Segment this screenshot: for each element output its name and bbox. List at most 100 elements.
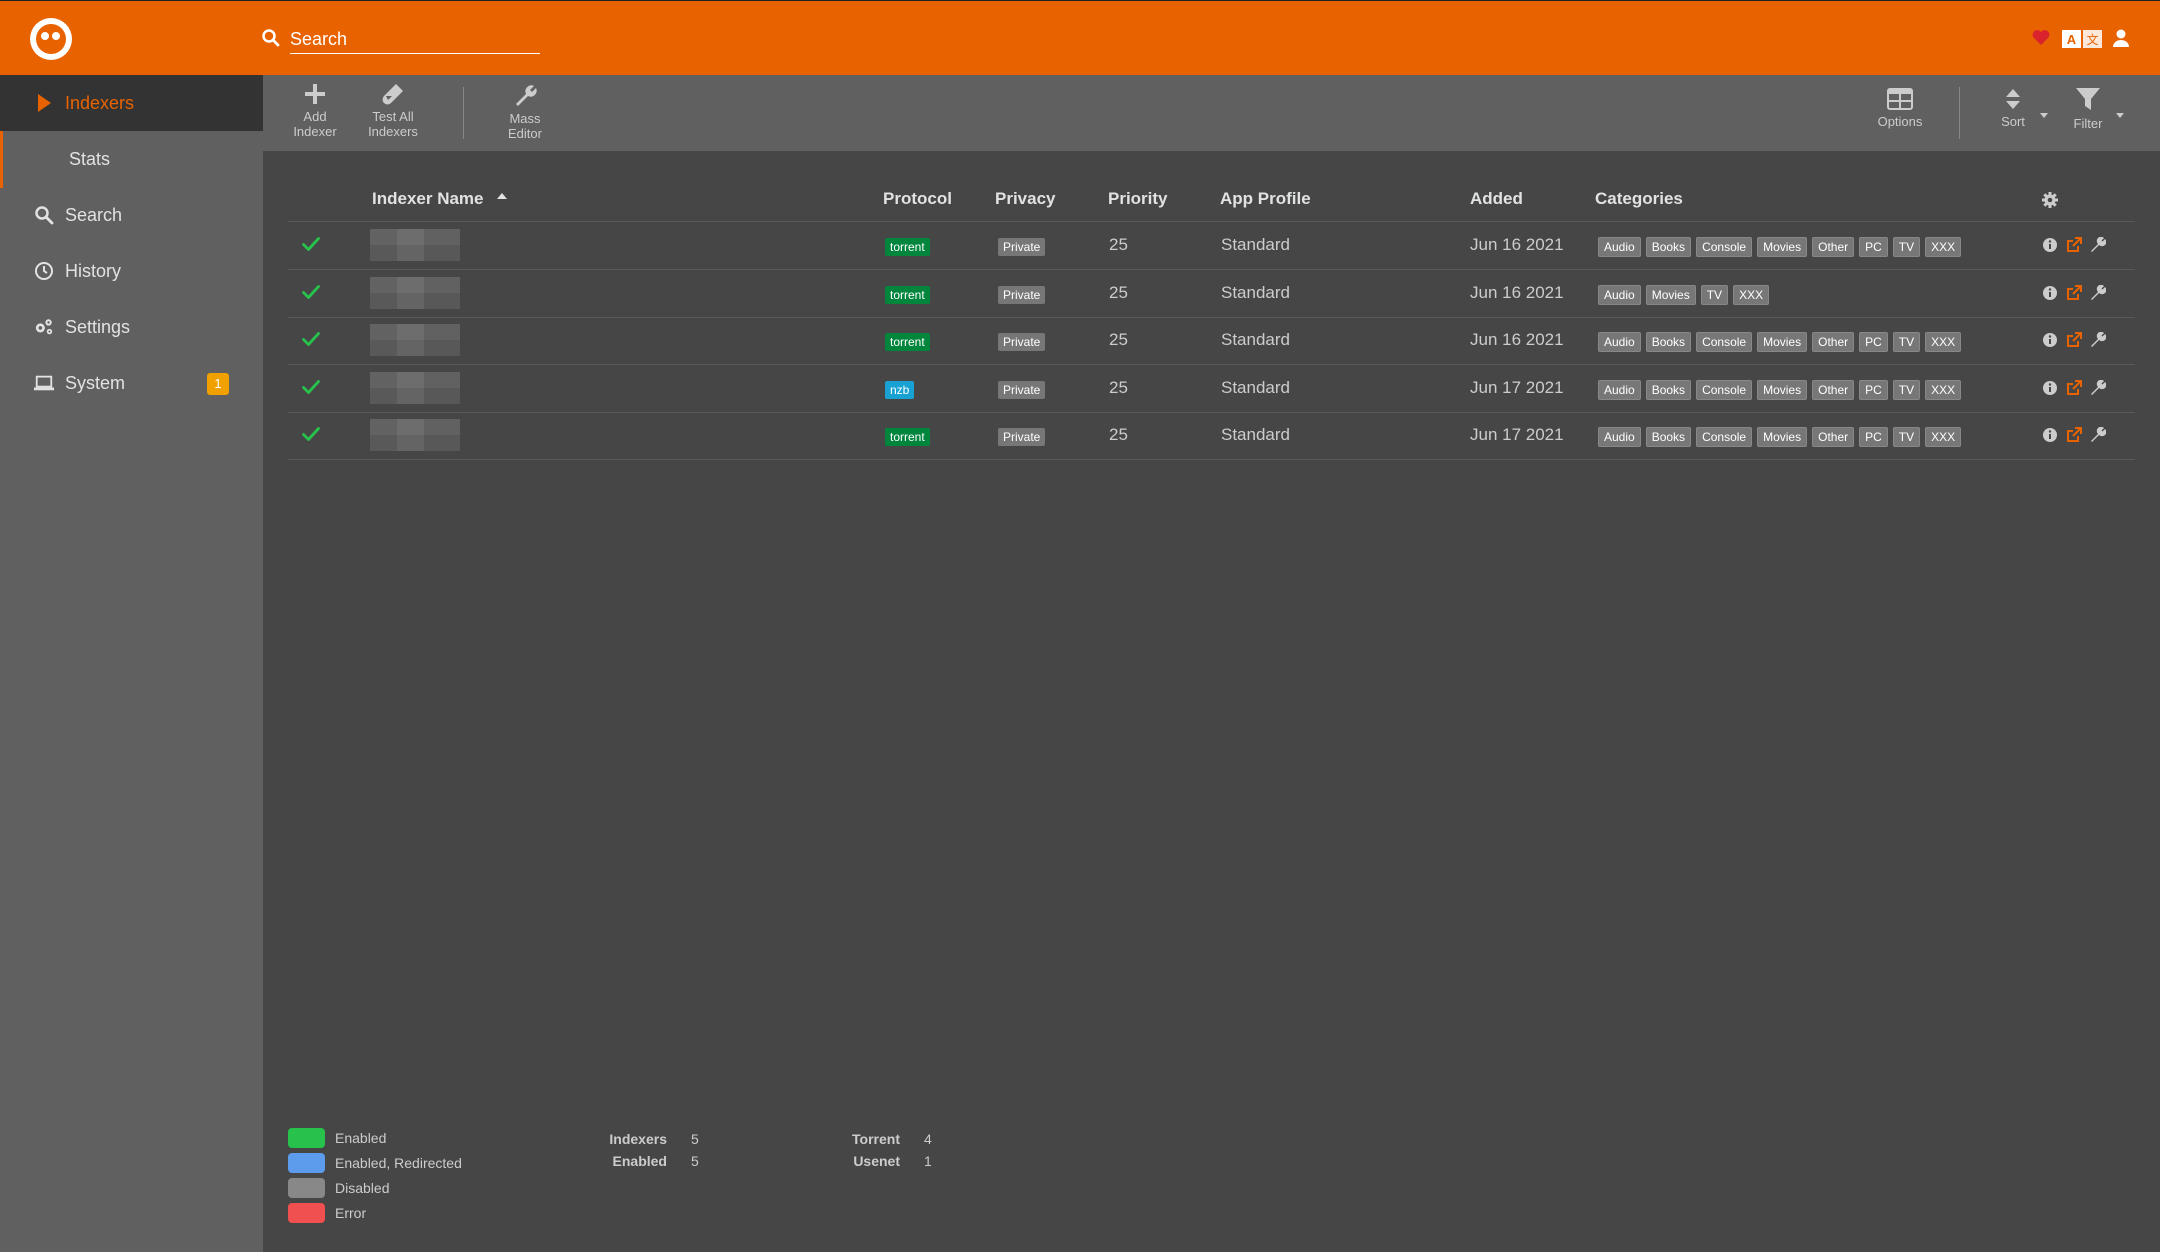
- external-link-icon[interactable]: [2066, 379, 2082, 396]
- sort-label: Sort: [2001, 114, 2025, 129]
- wrench-icon[interactable]: [2090, 284, 2106, 301]
- stat-value-torrent: 4: [924, 1131, 932, 1147]
- wrench-icon[interactable]: [2090, 379, 2106, 396]
- indexer-name-redacted[interactable]: [370, 371, 460, 404]
- enabled-check-icon: [302, 379, 320, 394]
- legend-swatch-enabled-redirected: [288, 1153, 325, 1173]
- mass-editor-button[interactable]: Mass Editor: [495, 83, 555, 141]
- external-link-icon[interactable]: [2066, 284, 2082, 301]
- indexer-name-redacted[interactable]: [370, 324, 460, 356]
- external-link-icon[interactable]: [2066, 237, 2082, 253]
- priority-value: 25: [1109, 235, 1128, 254]
- info-icon[interactable]: [2042, 332, 2058, 348]
- info-icon[interactable]: [2042, 285, 2058, 301]
- category-tag: PC: [1859, 427, 1888, 447]
- clock-icon: [35, 262, 53, 280]
- category-tag: Other: [1812, 379, 1855, 400]
- privacy-label: Private: [998, 285, 1046, 304]
- sort-button[interactable]: Sort: [1985, 88, 2041, 129]
- priority-value: 25: [1109, 377, 1128, 397]
- sidebar-item-system[interactable]: System 1: [0, 355, 263, 411]
- sort-caret-icon: [2040, 113, 2048, 118]
- table-options-gear-icon[interactable]: [2042, 192, 2058, 208]
- heart-icon[interactable]: [2032, 29, 2050, 46]
- enabled-check-icon: [302, 427, 320, 441]
- category-tag: TV: [1892, 379, 1921, 400]
- search-icon: [262, 29, 280, 47]
- translate-icon[interactable]: A 文: [2062, 30, 2102, 48]
- category-tag: Movies: [1645, 284, 1696, 305]
- info-icon[interactable]: [2042, 237, 2058, 253]
- category-tag: Console: [1696, 332, 1753, 352]
- sidebar-item-stats[interactable]: Stats: [0, 131, 263, 187]
- toolbar-separator: [1959, 87, 1960, 139]
- category-tag: Movies: [1757, 379, 1808, 400]
- table-row[interactable]: torrent Private 25 Standard Jun 16 2021 Audio…: [288, 222, 2135, 270]
- categories-list: Audio Books Console Movies Other PC TV XXX: [1598, 236, 1966, 257]
- add-indexer-button[interactable]: Add Indexer: [285, 83, 345, 139]
- category-tag: PC: [1859, 332, 1888, 352]
- user-icon[interactable]: [2112, 29, 2130, 47]
- table-row[interactable]: nzb Private 25 Standard Jun 17 2021 Audio Book…: [288, 365, 2135, 413]
- test-all-indexers-button[interactable]: Test All Indexers: [355, 83, 431, 139]
- category-tag: Audio: [1598, 284, 1641, 305]
- svg-text:文: 文: [2086, 32, 2098, 47]
- sidebar-item-settings[interactable]: Settings: [0, 299, 263, 355]
- wrench-icon[interactable]: [2090, 427, 2106, 443]
- add-indexer-label-line2: Indexer: [293, 124, 337, 139]
- column-header-categories[interactable]: Categories: [1595, 189, 1683, 209]
- legend-swatch-error: [288, 1203, 325, 1223]
- sidebar-item-search[interactable]: Search: [0, 187, 263, 243]
- protocol-label: torrent: [885, 238, 930, 256]
- table-row[interactable]: torrent Private 25 Standard Jun 16 2021 Audio…: [288, 270, 2135, 318]
- app-profile-value: Standard: [1221, 425, 1290, 444]
- info-icon[interactable]: [2042, 380, 2058, 396]
- add-indexer-label-line1: Add: [303, 109, 327, 124]
- indexer-name-redacted[interactable]: [370, 419, 460, 451]
- enabled-check-icon: [302, 332, 320, 346]
- categories-list: Audio Movies TV XXX: [1598, 284, 1774, 305]
- categories-list: Audio Books Console Movies Other PC TV XXX: [1598, 379, 1966, 400]
- wrench-icon[interactable]: [2090, 237, 2106, 253]
- mass-editor-label-line2: Editor: [508, 126, 542, 141]
- sidebar-item-label: System: [65, 373, 126, 393]
- priority-value: 25: [1109, 425, 1128, 444]
- sidebar-item-indexers[interactable]: Indexers: [0, 75, 263, 131]
- column-header-label: Indexer Name: [372, 189, 484, 208]
- legend-swatch-enabled: [288, 1128, 325, 1148]
- filter-button[interactable]: Filter: [2060, 86, 2116, 131]
- wrench-icon[interactable]: [2090, 332, 2106, 348]
- indexer-name-redacted[interactable]: [370, 229, 460, 261]
- table-row[interactable]: torrent Private 25 Standard Jun 17 2021 Audio…: [288, 412, 2135, 460]
- added-date: Jun 16 2021: [1470, 330, 1564, 349]
- gears-icon: [35, 319, 53, 335]
- category-tag: Movies: [1757, 237, 1808, 257]
- stat-value-enabled: 5: [691, 1153, 699, 1169]
- indexer-name-redacted[interactable]: [370, 276, 460, 309]
- column-header-app-profile[interactable]: App Profile: [1220, 189, 1311, 209]
- added-date: Jun 16 2021: [1470, 235, 1564, 254]
- search-input[interactable]: [290, 25, 540, 54]
- category-tag: PC: [1859, 379, 1888, 400]
- info-icon[interactable]: [2042, 427, 2058, 443]
- stat-value-usenet: 1: [924, 1153, 932, 1169]
- column-header-priority[interactable]: Priority: [1108, 189, 1168, 209]
- column-header-added[interactable]: Added: [1470, 189, 1523, 209]
- added-date: Jun 17 2021: [1470, 425, 1564, 444]
- sort-ascending-icon: [497, 193, 508, 199]
- options-button[interactable]: Options: [1865, 88, 1935, 129]
- table-row[interactable]: torrent Private 25 Standard Jun 16 2021 Audio…: [288, 317, 2135, 365]
- column-header-protocol[interactable]: Protocol: [883, 189, 952, 209]
- external-link-icon[interactable]: [2066, 427, 2082, 443]
- page-header: A 文: [0, 0, 2160, 75]
- column-header-indexer-name[interactable]: Indexer Name: [372, 189, 508, 209]
- external-link-icon[interactable]: [2066, 332, 2082, 348]
- wrench-icon: [516, 85, 537, 106]
- sidebar-item-history[interactable]: History: [0, 243, 263, 299]
- app-logo[interactable]: [30, 18, 72, 60]
- svg-text:A: A: [2067, 32, 2077, 47]
- flask-icon: [382, 84, 403, 105]
- column-header-privacy[interactable]: Privacy: [995, 189, 1056, 209]
- priority-value: 25: [1109, 282, 1128, 302]
- added-date: Jun 17 2021: [1470, 377, 1564, 397]
